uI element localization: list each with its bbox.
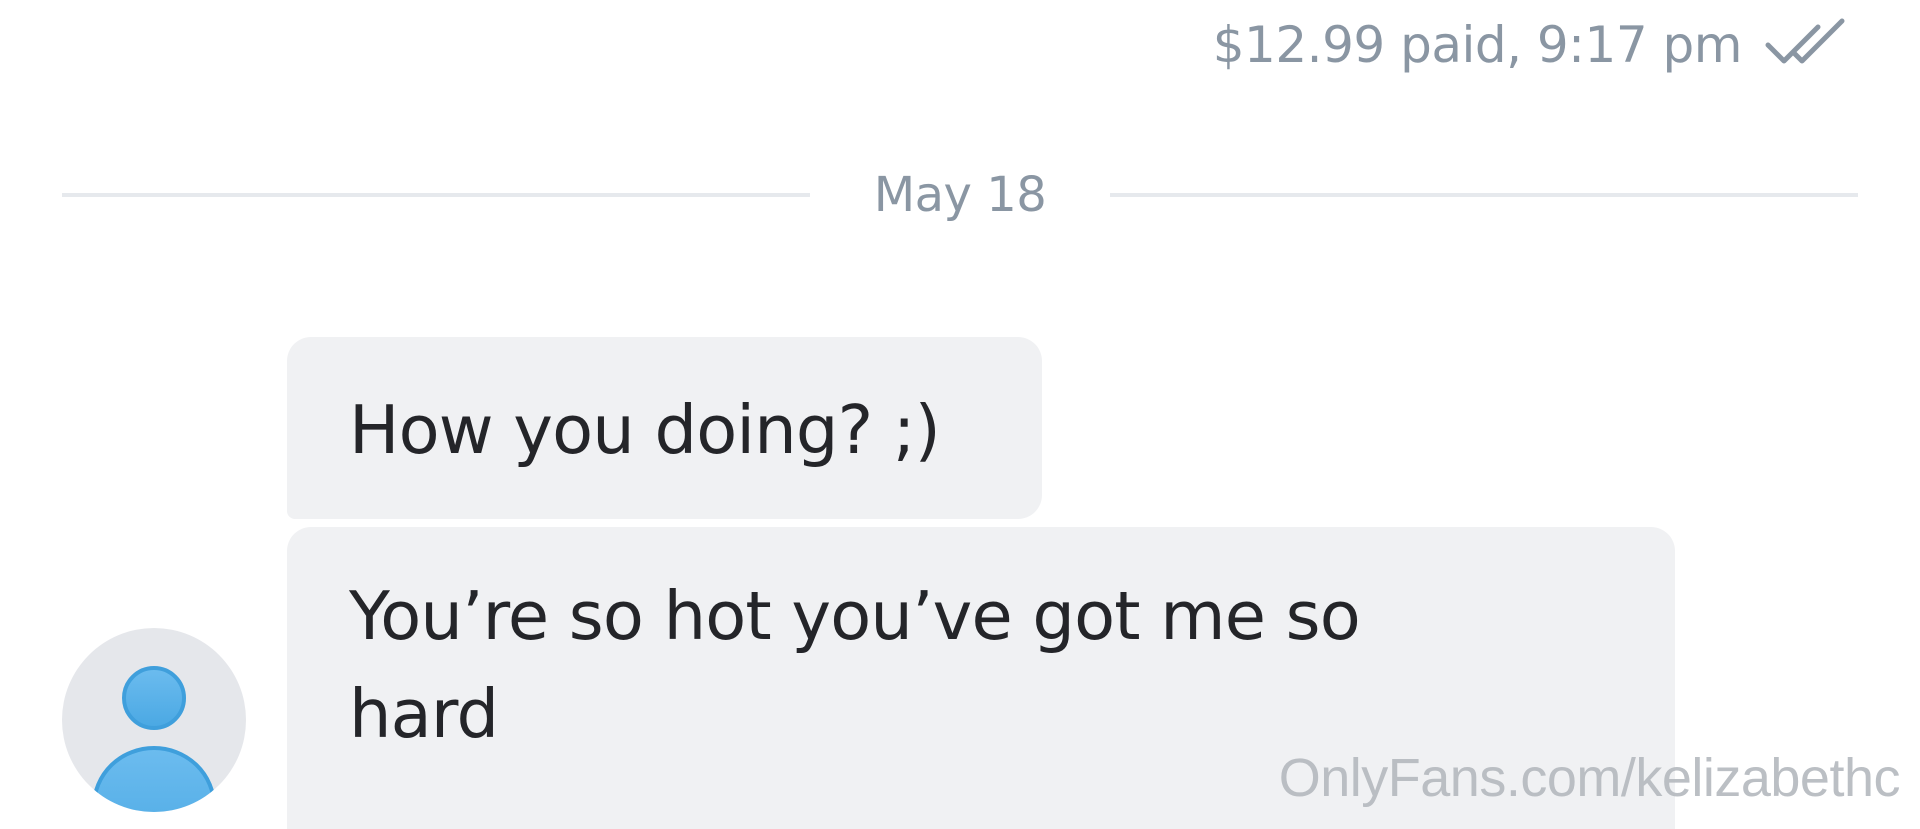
watermark: OnlyFans.com/kelizabethc — [1278, 748, 1901, 808]
message-text: How you doing? ;) — [349, 391, 941, 469]
date-divider: May 18 — [62, 160, 1859, 230]
double-check-icon — [1760, 15, 1860, 75]
divider-line-left — [62, 193, 810, 197]
message-text: You’re so hot you’ve got me so hard — [349, 577, 1361, 753]
user-placeholder-icon — [92, 666, 216, 812]
chat-screen: $12.99 paid, 9:17 pm May 18 How you doin… — [0, 0, 1920, 829]
paid-message-status: $12.99 paid, 9:17 pm — [1213, 10, 1860, 80]
message-bubble[interactable]: How you doing? ;) — [287, 337, 1042, 519]
divider-line-right — [1110, 193, 1859, 197]
paid-status-text: $12.99 paid, 9:17 pm — [1212, 16, 1743, 74]
avatar[interactable] — [62, 628, 246, 812]
date-label: May 18 — [873, 167, 1047, 223]
